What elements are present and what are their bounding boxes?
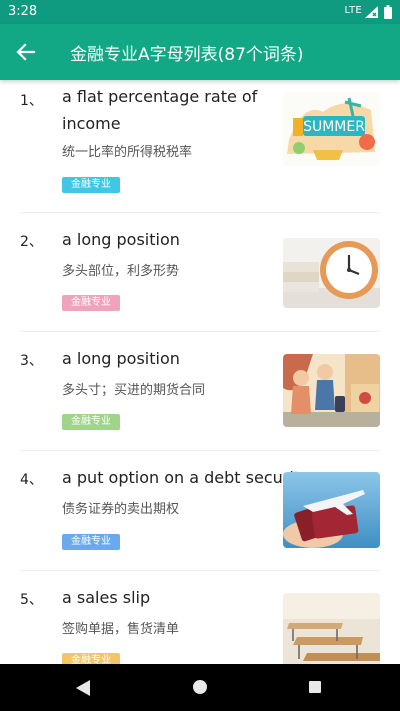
list-item[interactable]: 2、 a long position 多头部位，利多形势 金融专业 — [20, 225, 380, 332]
item-number: 2、 — [20, 234, 43, 250]
item-meaning: 多头寸；买进的期货合同 — [62, 383, 206, 398]
category-tag: 金融专业 — [62, 653, 120, 664]
category-tag: 金融专业 — [62, 295, 120, 311]
item-meaning: 多头部位，利多形势 — [62, 264, 180, 279]
list-item[interactable]: 3、 a long position 多头寸；买进的期货合同 金融专业 — [20, 344, 380, 451]
list-item[interactable]: 4、 a put option on a debt security 债务证券的… — [20, 463, 380, 571]
item-term: a put option on a debt security — [62, 468, 310, 487]
item-number: 4、 — [20, 472, 43, 488]
svg-text:SUMMER: SUMMER — [303, 119, 365, 135]
nav-recents-icon[interactable] — [309, 681, 321, 693]
summer-illustration-thumbnail: SUMMER — [283, 92, 380, 166]
battery-icon — [384, 5, 392, 19]
item-term: a flat percentage rate of income — [62, 87, 258, 133]
item-number: 3、 — [20, 353, 43, 369]
classroom-desks-thumbnail — [283, 593, 380, 664]
nav-home-icon[interactable] — [193, 680, 207, 694]
term-list[interactable]: 1、 a flat percentage rate of income 统一比率… — [0, 80, 400, 664]
item-term: a long position — [62, 349, 180, 368]
nav-back-icon[interactable] — [76, 680, 90, 696]
item-meaning: 统一比率的所得税税率 — [62, 145, 193, 160]
signal-icon — [365, 6, 378, 18]
category-tag: 金融专业 — [62, 414, 120, 430]
item-meaning: 签购单据，售货清单 — [62, 622, 180, 637]
travelers-illustration-thumbnail — [283, 354, 380, 427]
list-item[interactable]: 5、 a sales slip 签购单据，售货清单 金融专业 — [20, 583, 380, 664]
app-bar: 金融专业A字母列表(87个词条) — [0, 24, 400, 80]
item-term: a long position — [62, 230, 180, 249]
list-item[interactable]: 1、 a flat percentage rate of income 统一比率… — [20, 84, 380, 213]
item-term: a sales slip — [62, 588, 151, 607]
category-tag: 金融专业 — [62, 534, 120, 550]
status-time: 3:28 — [8, 4, 38, 19]
category-tag: 金融专业 — [62, 177, 120, 193]
back-arrow-icon[interactable] — [12, 38, 40, 66]
page-title: 金融专业A字母列表(87个词条) — [70, 45, 304, 65]
passport-airplane-thumbnail — [283, 472, 380, 548]
status-bar: 3:28 LTE — [0, 0, 400, 24]
network-type: LTE — [344, 5, 362, 16]
item-number: 1、 — [20, 93, 43, 109]
item-number: 5、 — [20, 592, 43, 608]
alarm-clock-thumbnail — [283, 238, 380, 308]
system-nav-bar — [0, 664, 400, 711]
item-meaning: 债务证券的卖出期权 — [62, 502, 180, 517]
